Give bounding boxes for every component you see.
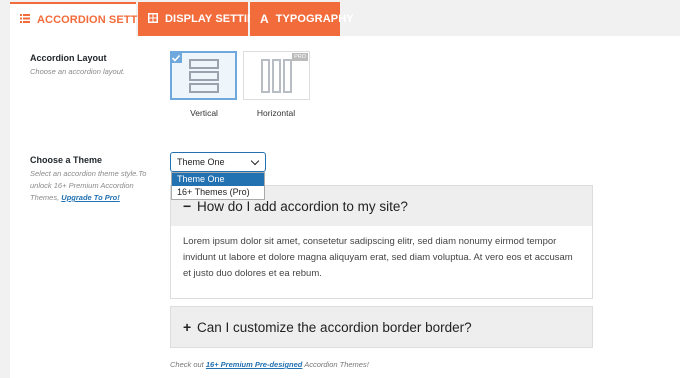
layout-option-vertical[interactable] xyxy=(170,51,237,100)
choose-theme-label: Choose a Theme xyxy=(30,155,103,165)
display-icon xyxy=(148,12,158,26)
vertical-layout-icon xyxy=(189,59,219,93)
premium-themes-link[interactable]: 16+ Premium Pre-designed xyxy=(206,360,303,369)
premium-themes-note: Check out 16+ Premium Pre-designed Accor… xyxy=(170,360,369,369)
theme-select-value: Theme One xyxy=(177,157,225,167)
upgrade-to-pro-link[interactable]: Upgrade To Pro! xyxy=(61,193,119,202)
tab-typography[interactable]: A TYPOGRAPHY xyxy=(250,2,354,36)
accordion-layout-description: Choose an accordion layout. xyxy=(30,67,126,76)
settings-tabbar: ACCORDION SETTINGS DISPLAY SETTINGS A TY… xyxy=(0,0,680,36)
footnote-prefix: Check out xyxy=(170,360,204,369)
horizontal-layout-icon xyxy=(261,59,292,93)
list-icon xyxy=(20,14,30,26)
theme-option[interactable]: Theme One xyxy=(172,173,264,186)
tab-accordion-settings[interactable]: ACCORDION SETTINGS xyxy=(10,2,165,36)
layout-option-vertical-label: Vertical xyxy=(190,108,218,118)
pro-badge: PRO xyxy=(292,53,308,61)
accordion-header[interactable]: + Can I customize the accordion border b… xyxy=(171,307,592,347)
minus-icon: − xyxy=(183,198,192,214)
typography-icon: A xyxy=(260,12,269,26)
choose-theme-description: Select an accordion theme style.To unloc… xyxy=(30,168,150,204)
footnote-suffix: Accordion Themes! xyxy=(304,360,369,369)
theme-select[interactable]: Theme One xyxy=(170,152,266,172)
accordion-item: − How do I add accordion to my site? Lor… xyxy=(170,185,593,299)
check-icon xyxy=(170,51,182,63)
chevron-down-icon xyxy=(250,156,260,166)
layout-option-horizontal[interactable]: PRO xyxy=(243,51,310,100)
accordion-title: How do I add accordion to my site? xyxy=(197,198,408,214)
plus-icon: + xyxy=(183,319,192,335)
accordion-preview: − How do I add accordion to my site? Lor… xyxy=(170,185,593,348)
accordion-item: + Can I customize the accordion border b… xyxy=(170,306,593,348)
theme-option[interactable]: 16+ Themes (Pro) xyxy=(172,186,264,199)
tab-label: TYPOGRAPHY xyxy=(275,13,354,25)
accordion-body: Lorem ipsum dolor sit amet, consetetur s… xyxy=(171,226,592,298)
layout-option-horizontal-label: Horizontal xyxy=(256,108,296,118)
accordion-title: Can I customize the accordion border bor… xyxy=(197,319,472,335)
theme-dropdown: Theme One 16+ Themes (Pro) xyxy=(171,172,265,200)
tab-display-settings[interactable]: DISPLAY SETTINGS xyxy=(138,2,271,36)
accordion-layout-label: Accordion Layout xyxy=(30,53,107,63)
